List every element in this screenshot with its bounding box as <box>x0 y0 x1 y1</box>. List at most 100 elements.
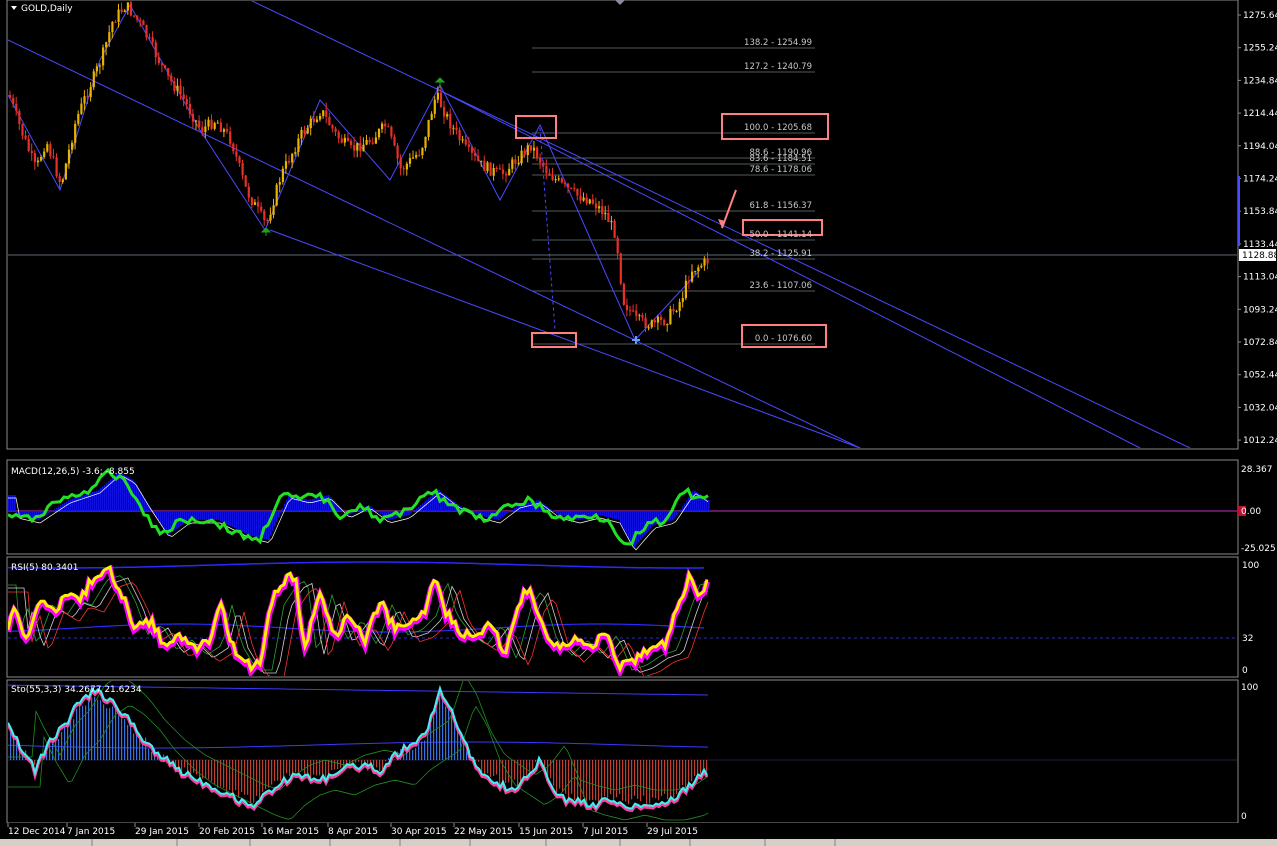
price-axis: 1275.64 1255.24 1234.84 1214.44 1194.04 1174.… <box>1238 11 1277 446</box>
sto-histogram-bar <box>433 716 435 760</box>
stochastic-pane[interactable] <box>6 679 1239 824</box>
rsi-axis-bottom: 0 <box>1242 666 1248 676</box>
chart-window[interactable]: 138.2 - 1254.99 127.2 - 1240.79 100.0 - 12… <box>0 0 1277 846</box>
price-axis-label: 1153.84 <box>1243 207 1277 217</box>
sto-histogram-bar <box>133 733 135 760</box>
candle-body <box>312 118 315 123</box>
chart-tabs-strip[interactable] <box>0 839 1277 846</box>
macd-histogram-bar <box>410 511 412 514</box>
candle-body <box>554 179 557 181</box>
macd-histogram-bar <box>252 511 254 536</box>
macd-histogram-bar <box>240 511 242 531</box>
sto-axis-bottom: 0 <box>1241 812 1247 822</box>
candle-body <box>356 142 359 151</box>
macd-histogram-bar <box>68 500 70 511</box>
macd-histogram-bar <box>434 493 436 511</box>
candle-body <box>427 119 430 137</box>
macd-histogram-bar <box>476 511 478 514</box>
candle-body <box>461 139 464 141</box>
macd-histogram-bar <box>430 496 432 511</box>
candle-body <box>647 327 650 329</box>
sto-histogram-bar <box>214 760 216 785</box>
candle-body <box>539 158 542 163</box>
candle-body <box>343 137 346 143</box>
macd-histogram-bar <box>648 511 650 531</box>
candle-body <box>489 162 492 176</box>
candle-body <box>52 156 55 158</box>
macd-histogram-bar <box>508 511 510 513</box>
macd-histogram-bar <box>230 511 232 526</box>
macd-histogram-bar <box>432 495 434 511</box>
sto-histogram-bar <box>148 748 150 760</box>
candle-body <box>89 87 92 98</box>
macd-histogram-bar <box>188 511 190 520</box>
macd-histogram-bar <box>500 511 502 519</box>
sto-histogram-bar <box>640 760 642 802</box>
macd-histogram-bar <box>626 511 628 535</box>
macd-histogram-bar <box>306 499 308 511</box>
price-axis-label: 1093.24 <box>1243 305 1277 315</box>
macd-histogram-bar <box>256 511 258 537</box>
sto-histogram-bar <box>97 699 99 760</box>
candle-body <box>315 119 319 123</box>
macd-histogram-bar <box>602 511 604 516</box>
candle-body <box>629 310 632 312</box>
sto-histogram-bar <box>415 748 417 760</box>
sto-histogram-bar <box>553 760 555 786</box>
candle-body <box>260 206 263 211</box>
candle-body <box>120 9 123 13</box>
macd-histogram-bar <box>406 511 408 516</box>
candle-body <box>436 92 439 100</box>
macd-histogram-bar <box>206 511 208 520</box>
sto-histogram-bar <box>301 760 303 771</box>
fib-level-label: 50.0 - 1141.14 <box>749 230 812 240</box>
candle-body <box>241 163 244 176</box>
candle-body <box>687 280 691 282</box>
price-axis-label: 1174.24 <box>1243 175 1277 185</box>
macd-histogram-bar <box>182 511 184 525</box>
candle-body <box>309 118 312 129</box>
macd-histogram-bar <box>414 510 416 511</box>
macd-histogram-bar <box>502 511 504 517</box>
macd-histogram-bar <box>254 511 256 537</box>
macd-histogram-bar <box>216 511 218 520</box>
candle-body <box>222 129 226 132</box>
sto-histogram-bar <box>244 760 246 795</box>
candle-body <box>694 271 697 273</box>
macd-histogram-bar <box>186 511 188 522</box>
macd-histogram-bar <box>128 477 130 511</box>
candle-body <box>164 65 167 68</box>
candle-body <box>86 96 89 98</box>
candle-body <box>179 85 182 95</box>
candle-body <box>306 128 309 134</box>
macd-histogram-bar <box>678 511 680 513</box>
macd-histogram-bar <box>154 511 156 514</box>
sto-histogram-bar <box>562 760 564 792</box>
sto-histogram-bar <box>70 721 72 760</box>
candle-body <box>102 47 105 66</box>
candle-body <box>703 258 706 266</box>
macd-pane[interactable] <box>6 459 1239 555</box>
main-price-pane[interactable] <box>6 0 1239 450</box>
candle-body <box>297 138 300 153</box>
candle-body <box>111 21 114 33</box>
time-axis-label: 7 Jul 2015 <box>583 827 628 837</box>
sto-histogram-bar <box>670 760 672 799</box>
sto-histogram-bar <box>481 760 483 773</box>
macd-histogram-bar <box>196 511 198 520</box>
sto-histogram-bar <box>208 760 210 780</box>
sto-histogram-bar <box>463 742 465 760</box>
macd-histogram-bar <box>660 511 662 524</box>
candle-body <box>548 173 551 176</box>
macd-histogram-bar <box>314 498 316 511</box>
rsi-pane[interactable] <box>6 556 1239 678</box>
macd-histogram-bar <box>50 511 52 512</box>
macd-histogram-bar <box>90 492 92 511</box>
macd-histogram-bar <box>600 511 602 516</box>
sto-histogram-bar <box>439 697 441 760</box>
fib-level-label: 61.8 - 1156.37 <box>749 201 812 211</box>
candle-body <box>61 179 64 183</box>
current-price-label: 1128.88 <box>1242 251 1277 261</box>
macd-histogram-bar <box>312 499 314 511</box>
candle-body <box>198 120 201 128</box>
